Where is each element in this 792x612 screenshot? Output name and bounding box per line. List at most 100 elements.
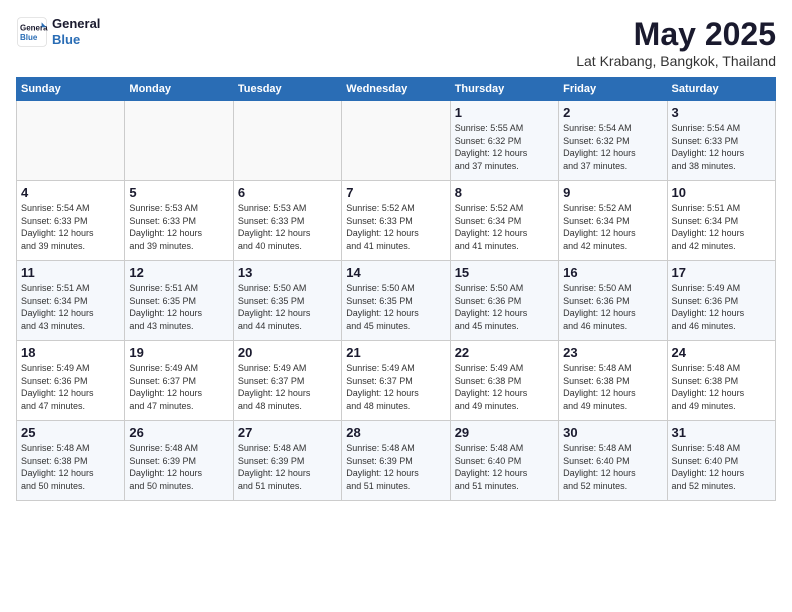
calendar-cell: 15Sunrise: 5:50 AM Sunset: 6:36 PM Dayli… [450,261,558,341]
day-number: 8 [455,185,554,200]
calendar-cell: 31Sunrise: 5:48 AM Sunset: 6:40 PM Dayli… [667,421,775,501]
day-number: 12 [129,265,228,280]
calendar-cell: 2 Sunrise: 5:54 AM Sunset: 6:32 PM Daylig… [559,101,667,181]
day-info: Sunrise: 5:54 AM Sunset: 6:33 PM Dayligh… [21,202,120,252]
day-number: 10 [672,185,771,200]
column-header-thursday: Thursday [450,78,558,101]
day-number: 9 [563,185,662,200]
day-number: 30 [563,425,662,440]
logo-icon: General Blue [16,16,48,48]
day-number: 4 [21,185,120,200]
day-number: 2 [563,105,662,120]
calendar-cell [125,101,233,181]
calendar-cell: 17 Sunrise: 5:49 AM Sunset: 6:36 PM Dayli… [667,261,775,341]
day-number: 29 [455,425,554,440]
calendar-cell: 10 Sunrise: 5:51 AM Sunset: 6:34 PM Dayli… [667,181,775,261]
logo-text: General Blue [52,16,100,47]
day-number: 14 [346,265,445,280]
day-info: Sunrise: 5:52 AM Sunset: 6:33 PM Dayligh… [346,202,445,252]
calendar-cell: 19Sunrise: 5:49 AM Sunset: 6:37 PM Dayli… [125,341,233,421]
calendar-week-3: 11Sunrise: 5:51 AM Sunset: 6:34 PM Dayli… [17,261,776,341]
day-number: 24 [672,345,771,360]
day-number: 20 [238,345,337,360]
day-number: 1 [455,105,554,120]
day-info: Sunrise: 5:49 AM Sunset: 6:36 PM Dayligh… [672,282,771,332]
day-info: Sunrise: 5:54 AM Sunset: 6:32 PM Dayligh… [563,122,662,172]
calendar-cell: 3Sunrise: 5:54 AM Sunset: 6:33 PM Daylig… [667,101,775,181]
calendar-cell: 1 Sunrise: 5:55 AM Sunset: 6:32 PM Daylig… [450,101,558,181]
calendar-cell [17,101,125,181]
calendar-week-5: 25 Sunrise: 5:48 AM Sunset: 6:38 PM Dayli… [17,421,776,501]
calendar-cell: 11Sunrise: 5:51 AM Sunset: 6:34 PM Dayli… [17,261,125,341]
day-info: Sunrise: 5:51 AM Sunset: 6:35 PM Dayligh… [129,282,228,332]
calendar-cell: 14Sunrise: 5:50 AM Sunset: 6:35 PM Dayli… [342,261,450,341]
calendar-week-4: 18 Sunrise: 5:49 AM Sunset: 6:36 PM Dayli… [17,341,776,421]
day-number: 15 [455,265,554,280]
day-info: Sunrise: 5:53 AM Sunset: 6:33 PM Dayligh… [129,202,228,252]
day-number: 25 [21,425,120,440]
logo: General Blue General Blue [16,16,100,48]
calendar-cell: 23Sunrise: 5:48 AM Sunset: 6:38 PM Dayli… [559,341,667,421]
day-info: Sunrise: 5:51 AM Sunset: 6:34 PM Dayligh… [672,202,771,252]
calendar-cell [342,101,450,181]
calendar-cell: 7 Sunrise: 5:52 AM Sunset: 6:33 PM Daylig… [342,181,450,261]
calendar-cell: 18 Sunrise: 5:49 AM Sunset: 6:36 PM Dayli… [17,341,125,421]
day-number: 17 [672,265,771,280]
calendar-table: SundayMondayTuesdayWednesdayThursdayFrid… [16,77,776,501]
column-header-sunday: Sunday [17,78,125,101]
page-title: May 2025 [576,16,776,53]
logo-line2: Blue [52,32,100,48]
header-row: SundayMondayTuesdayWednesdayThursdayFrid… [17,78,776,101]
day-info: Sunrise: 5:48 AM Sunset: 6:39 PM Dayligh… [129,442,228,492]
day-info: Sunrise: 5:49 AM Sunset: 6:37 PM Dayligh… [346,362,445,412]
day-info: Sunrise: 5:48 AM Sunset: 6:38 PM Dayligh… [563,362,662,412]
day-info: Sunrise: 5:48 AM Sunset: 6:40 PM Dayligh… [563,442,662,492]
day-info: Sunrise: 5:48 AM Sunset: 6:40 PM Dayligh… [455,442,554,492]
calendar-cell: 27Sunrise: 5:48 AM Sunset: 6:39 PM Dayli… [233,421,341,501]
day-info: Sunrise: 5:48 AM Sunset: 6:39 PM Dayligh… [238,442,337,492]
day-number: 16 [563,265,662,280]
calendar-cell: 24 Sunrise: 5:48 AM Sunset: 6:38 PM Dayli… [667,341,775,421]
calendar-cell: 20Sunrise: 5:49 AM Sunset: 6:37 PM Dayli… [233,341,341,421]
day-info: Sunrise: 5:54 AM Sunset: 6:33 PM Dayligh… [672,122,771,172]
day-info: Sunrise: 5:53 AM Sunset: 6:33 PM Dayligh… [238,202,337,252]
day-info: Sunrise: 5:52 AM Sunset: 6:34 PM Dayligh… [563,202,662,252]
calendar-cell: 8Sunrise: 5:52 AM Sunset: 6:34 PM Daylig… [450,181,558,261]
day-number: 21 [346,345,445,360]
day-info: Sunrise: 5:48 AM Sunset: 6:38 PM Dayligh… [672,362,771,412]
day-info: Sunrise: 5:48 AM Sunset: 6:38 PM Dayligh… [21,442,120,492]
day-number: 18 [21,345,120,360]
calendar-cell: 28 Sunrise: 5:48 AM Sunset: 6:39 PM Dayli… [342,421,450,501]
calendar-cell: 29 Sunrise: 5:48 AM Sunset: 6:40 PM Dayli… [450,421,558,501]
calendar-cell: 21 Sunrise: 5:49 AM Sunset: 6:37 PM Dayli… [342,341,450,421]
calendar-cell: 13Sunrise: 5:50 AM Sunset: 6:35 PM Dayli… [233,261,341,341]
column-header-tuesday: Tuesday [233,78,341,101]
day-info: Sunrise: 5:48 AM Sunset: 6:40 PM Dayligh… [672,442,771,492]
calendar-cell [233,101,341,181]
column-header-monday: Monday [125,78,233,101]
day-info: Sunrise: 5:50 AM Sunset: 6:35 PM Dayligh… [238,282,337,332]
day-number: 5 [129,185,228,200]
calendar-week-1: 1 Sunrise: 5:55 AM Sunset: 6:32 PM Daylig… [17,101,776,181]
calendar-cell: 9 Sunrise: 5:52 AM Sunset: 6:34 PM Daylig… [559,181,667,261]
day-info: Sunrise: 5:50 AM Sunset: 6:36 PM Dayligh… [563,282,662,332]
calendar-week-2: 4 Sunrise: 5:54 AM Sunset: 6:33 PM Daylig… [17,181,776,261]
day-info: Sunrise: 5:49 AM Sunset: 6:38 PM Dayligh… [455,362,554,412]
day-number: 26 [129,425,228,440]
day-number: 7 [346,185,445,200]
day-number: 6 [238,185,337,200]
day-info: Sunrise: 5:51 AM Sunset: 6:34 PM Dayligh… [21,282,120,332]
calendar-body: 1 Sunrise: 5:55 AM Sunset: 6:32 PM Daylig… [17,101,776,501]
day-info: Sunrise: 5:55 AM Sunset: 6:32 PM Dayligh… [455,122,554,172]
day-info: Sunrise: 5:49 AM Sunset: 6:36 PM Dayligh… [21,362,120,412]
calendar-cell: 12 Sunrise: 5:51 AM Sunset: 6:35 PM Dayli… [125,261,233,341]
calendar-cell: 25 Sunrise: 5:48 AM Sunset: 6:38 PM Dayli… [17,421,125,501]
column-header-friday: Friday [559,78,667,101]
day-number: 28 [346,425,445,440]
page-header: General Blue General Blue May 2025 Lat K… [16,16,776,69]
calendar-cell: 4 Sunrise: 5:54 AM Sunset: 6:33 PM Daylig… [17,181,125,261]
calendar-cell: 22Sunrise: 5:49 AM Sunset: 6:38 PM Dayli… [450,341,558,421]
day-info: Sunrise: 5:49 AM Sunset: 6:37 PM Dayligh… [129,362,228,412]
day-info: Sunrise: 5:48 AM Sunset: 6:39 PM Dayligh… [346,442,445,492]
calendar-header: SundayMondayTuesdayWednesdayThursdayFrid… [17,78,776,101]
